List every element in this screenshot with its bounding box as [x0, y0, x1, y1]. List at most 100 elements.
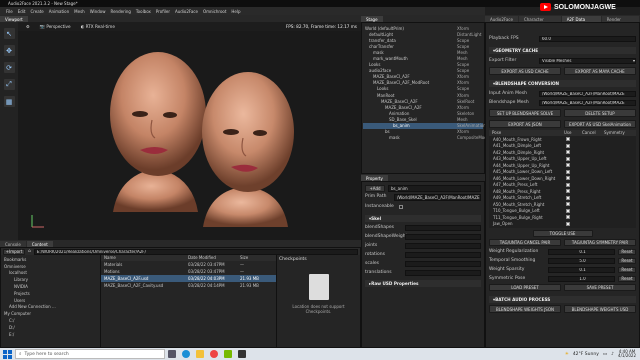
- skel-section-header[interactable]: ▾ Skel: [365, 215, 481, 222]
- pose-use-checkbox[interactable]: [566, 169, 570, 174]
- stage-row[interactable]: mask CompositeMode: [363, 135, 489, 141]
- param-reset-button[interactable]: Reset: [618, 266, 636, 273]
- batch-usd-button[interactable]: BLENDSHAPE WEIGHTS USD: [564, 305, 636, 313]
- input-anim-mesh-field[interactable]: /World/MAZE_BaseCl_A2F/ManRoot/MAZE: [539, 90, 636, 97]
- stage-row[interactable]: bs_anim SkelAnimation: [363, 122, 486, 129]
- skel-property-value[interactable]: [405, 260, 481, 267]
- home-icon[interactable]: ⌂: [28, 249, 31, 254]
- content-tree-item[interactable]: Add New Connection ...: [4, 304, 97, 311]
- menu-item-profiler[interactable]: Profiler: [156, 9, 170, 14]
- file-row[interactable]: Motions 03/28/22 03:47PM —: [101, 268, 276, 275]
- taskbar-search[interactable]: ⌕ Type here to search: [15, 349, 165, 359]
- pose-use-checkbox[interactable]: [566, 208, 570, 213]
- menu-item-omnichroot[interactable]: Omnichroot: [203, 9, 226, 14]
- tag-cancel-pair-button[interactable]: TAG/UNTAG CANCEL PAIR: [489, 239, 561, 246]
- clock[interactable]: 4:40 AM 4/1/2022: [618, 349, 636, 359]
- stage-row[interactable]: ManRoot Xform: [363, 92, 483, 98]
- chrome-icon[interactable]: [210, 350, 218, 358]
- stage-row[interactable]: MAZE_BaseCl_A2F_ModRoot Xform: [363, 80, 483, 86]
- task-view-icon[interactable]: [168, 350, 176, 358]
- export-maya-cache-button[interactable]: EXPORT AS MAYA CACHE: [564, 67, 636, 75]
- pose-use-checkbox[interactable]: [566, 215, 570, 220]
- menu-item-rendering[interactable]: Rendering: [110, 9, 130, 14]
- pose-use-checkbox[interactable]: [566, 150, 570, 155]
- blendshape-conversion-header[interactable]: ▾ BLENDSHAPE CONVERSION: [489, 80, 636, 87]
- stage-row[interactable]: Looks Scope: [363, 62, 483, 68]
- menu-item-file[interactable]: File: [6, 9, 13, 14]
- param-value-field[interactable]: 0.1: [548, 266, 615, 273]
- save-preset-button[interactable]: SAVE PRESET: [564, 284, 636, 291]
- delete-setup-button[interactable]: DELETE SETUP: [564, 109, 636, 117]
- stage-row[interactable]: mask Mesh: [363, 49, 483, 55]
- render-mode-selector[interactable]: ◐ RTX Real-time: [81, 24, 115, 29]
- skel-property-value[interactable]: [405, 224, 481, 231]
- content-tree-item[interactable]: NVIDIA: [4, 283, 97, 290]
- snap-tool-icon[interactable]: ▦: [3, 96, 15, 107]
- gear-icon[interactable]: ⚙: [26, 24, 30, 29]
- stage-row[interactable]: transfer_data Scope: [363, 37, 483, 43]
- export-json-button[interactable]: EXPORT AS JSON: [489, 120, 561, 128]
- content-tree-item[interactable]: E:/: [4, 331, 97, 338]
- stage-row[interactable]: SD_Base_Skel Mesh: [363, 116, 483, 122]
- content-path-field[interactable]: E:/WORK/2021/Realizations/Omniverse/Char…: [33, 248, 358, 255]
- stage-row[interactable]: bs Xform: [363, 129, 483, 135]
- pose-use-checkbox[interactable]: [566, 221, 570, 226]
- file-row[interactable]: MAZE_BaseCl_A2F.usd 03/28/22 04:03PM 21.93…: [101, 275, 276, 282]
- rotate-tool-icon[interactable]: ⟳: [3, 62, 15, 73]
- file-column-header[interactable]: Size: [240, 255, 276, 261]
- export-usd-skelanim-button[interactable]: EXPORT AS USD SkelAnimation: [564, 120, 636, 128]
- pose-use-checkbox[interactable]: [566, 156, 570, 161]
- stage-row[interactable]: MAZE_BaseCl_A2F Xform: [363, 104, 483, 110]
- menu-item-animation[interactable]: Animation: [49, 9, 69, 14]
- file-row[interactable]: MAZE_BaseCl_A2F_Cavity.usd 03/28/22 04:14…: [101, 282, 276, 289]
- instanceable-checkbox[interactable]: [399, 204, 403, 209]
- toggle-use-button[interactable]: TOGGLE USE: [532, 230, 593, 237]
- stage-row[interactable]: Animation Skeleton: [363, 110, 483, 116]
- param-value-field[interactable]: 0.1: [548, 248, 615, 255]
- menu-item-toolbox[interactable]: Toolbox: [136, 9, 151, 14]
- content-tree-item[interactable]: Projects: [4, 290, 97, 297]
- pose-use-checkbox[interactable]: [566, 195, 570, 200]
- prim-path-field[interactable]: /World/MAZE_BaseCl_A2F/ManRoot/MAZE: [394, 194, 481, 201]
- explorer-icon[interactable]: [196, 350, 204, 358]
- file-row[interactable]: Materials 03/28/22 03:47PM —: [101, 261, 276, 268]
- pose-use-checkbox[interactable]: [566, 176, 570, 181]
- param-value-field[interactable]: 5.0: [548, 257, 615, 264]
- menu-item-help[interactable]: Help: [231, 9, 240, 14]
- pose-use-checkbox[interactable]: [566, 202, 570, 207]
- skel-property-value[interactable]: [405, 269, 481, 276]
- blendshape-mesh-field[interactable]: /World/MAZE_BaseCl_A2F/ManRoot/MAZE: [539, 99, 636, 106]
- content-tree-item[interactable]: Users: [4, 297, 97, 304]
- stage-row[interactable]: MAZE_BaseCl_A2F SkelRoot: [363, 98, 483, 104]
- menu-item-window[interactable]: Window: [90, 9, 106, 14]
- pose-use-checkbox[interactable]: [566, 163, 570, 168]
- batch-audio-header[interactable]: ▾ BATCH AUDIO PROCESS: [489, 296, 636, 303]
- playback-fps-field[interactable]: 60.0: [539, 35, 636, 42]
- param-reset-button[interactable]: Reset: [618, 248, 636, 255]
- content-tree-item[interactable]: C:/: [4, 317, 97, 324]
- skel-property-value[interactable]: [405, 251, 481, 258]
- prim-name-field[interactable]: bs_anim: [388, 185, 481, 192]
- menu-item-edit[interactable]: Edit: [18, 9, 26, 14]
- param-value-field[interactable]: 1.0: [548, 275, 615, 282]
- tag-symmetry-pair-button[interactable]: TAG/UNTAG SYMMETRY PAIR: [564, 239, 636, 246]
- menu-item-audio2face[interactable]: Audio2Face: [175, 9, 198, 14]
- geometry-cache-header[interactable]: ▾ GEOMETRY CACHE: [489, 47, 636, 54]
- volume-icon[interactable]: ♪: [611, 352, 614, 357]
- viewport-canvas[interactable]: [18, 22, 361, 240]
- stage-row[interactable]: MAZE_BaseCl_A2F Xform: [363, 74, 483, 80]
- menu-item-create[interactable]: Create: [30, 9, 43, 14]
- export-usd-cache-button[interactable]: EXPORT AS USD CACHE: [489, 67, 561, 75]
- stage-row[interactable]: charTransfer Scope: [363, 43, 483, 49]
- param-reset-button[interactable]: Reset: [618, 275, 636, 282]
- stage-row[interactable]: mark_wantMouth Mesh: [363, 55, 483, 61]
- windows-start-icon[interactable]: [3, 349, 12, 359]
- file-column-header[interactable]: Date Modified: [188, 255, 240, 261]
- move-tool-icon[interactable]: ✥: [3, 45, 15, 56]
- pose-use-checkbox[interactable]: [566, 137, 570, 142]
- nvidia-icon[interactable]: [224, 350, 232, 358]
- content-tree-item[interactable]: My Computer: [4, 310, 97, 317]
- stage-row[interactable]: World (defaultPrim) Xform: [363, 25, 483, 31]
- raw-usd-section-header[interactable]: ▸ Raw USD Properties: [365, 280, 481, 287]
- pose-use-checkbox[interactable]: [566, 143, 570, 148]
